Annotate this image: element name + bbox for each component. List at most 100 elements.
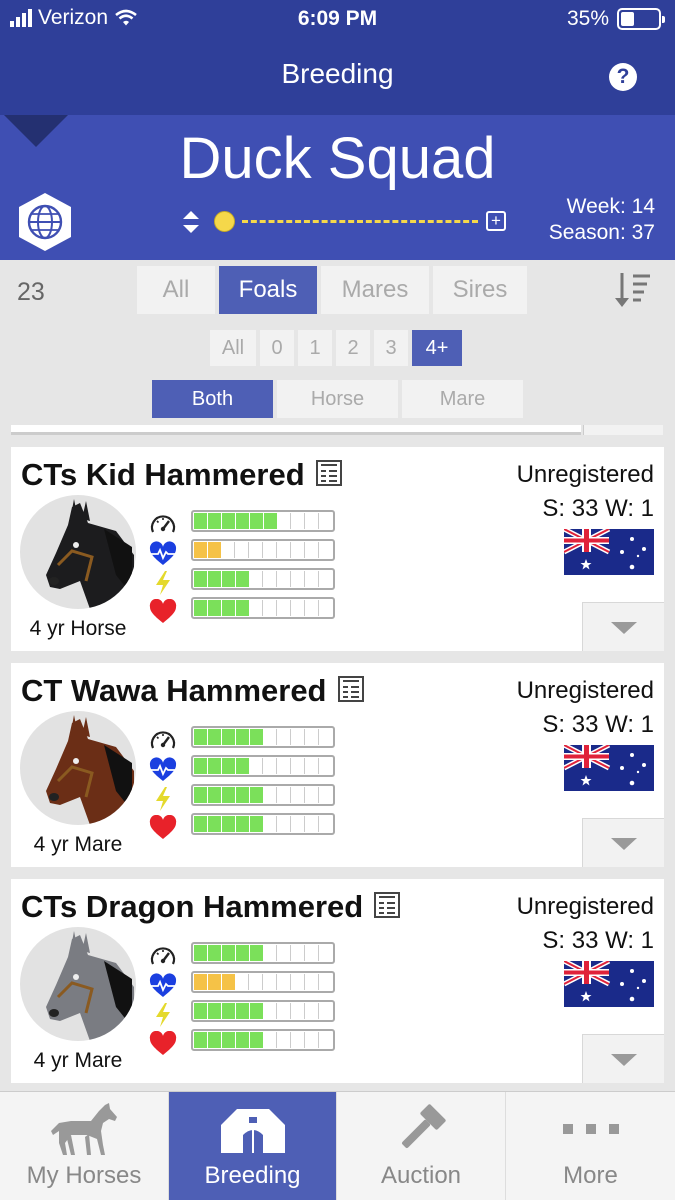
gender-tab-both[interactable]: Both <box>152 380 273 418</box>
stat-bar <box>191 1000 335 1022</box>
expand-button[interactable] <box>582 602 664 651</box>
team-name: Duck Squad <box>179 126 496 191</box>
result-count: 23 <box>17 278 45 306</box>
horse-card[interactable]: CTs Dragon Hammered 4 yr Mare Unregistered… <box>11 879 664 1083</box>
lightning-icon <box>147 784 179 813</box>
category-tabs: All Foals Mares Sires <box>137 266 527 314</box>
pedigree-document-icon[interactable] <box>315 459 343 487</box>
australia-flag-icon <box>564 745 654 791</box>
gender-tab-mare[interactable]: Mare <box>402 380 523 418</box>
horse-portrait-icon <box>46 499 134 609</box>
avatar[interactable] <box>20 495 136 609</box>
lightning-icon <box>147 1000 179 1029</box>
horse-age: 4 yr Mare <box>33 833 123 856</box>
sort-icon[interactable] <box>613 270 653 310</box>
heart-icon <box>147 813 179 842</box>
tab-sires[interactable]: Sires <box>433 266 527 314</box>
battery-percent: 35% <box>566 7 609 30</box>
nav-bar: Breeding ? <box>0 40 675 115</box>
horse-portrait-icon <box>46 715 134 825</box>
tab-label: Auction <box>380 1162 462 1189</box>
horse-name: CTs Kid Hammered <box>21 457 305 492</box>
add-week-button[interactable]: + <box>486 211 506 231</box>
globe-icon[interactable] <box>16 191 74 253</box>
gender-tab-horse[interactable]: Horse <box>277 380 398 418</box>
avatar[interactable] <box>20 711 136 825</box>
up-down-arrows-icon[interactable] <box>180 209 202 235</box>
tab-more[interactable]: More <box>506 1092 675 1200</box>
list-divider <box>11 425 581 435</box>
age-tab-4plus[interactable]: 4+ <box>412 330 462 366</box>
pedigree-document-icon[interactable] <box>337 675 365 703</box>
more-dots-icon <box>562 1124 619 1134</box>
tab-mares[interactable]: Mares <box>321 266 429 314</box>
heart-icon <box>147 1029 179 1058</box>
list-divider-end <box>583 425 663 435</box>
horse-age: 4 yr Mare <box>33 1049 123 1072</box>
pedigree-document-icon[interactable] <box>373 891 401 919</box>
season-label: Season: 37 <box>548 221 655 244</box>
stat-bar <box>191 568 335 590</box>
season-slider[interactable]: + <box>180 207 510 237</box>
tab-label: Breeding <box>204 1162 301 1189</box>
season-week: S: 33 W: 1 <box>542 711 654 738</box>
age-tab-3[interactable]: 3 <box>374 330 408 366</box>
heartbeat-icon <box>147 755 179 784</box>
stat-bar <box>191 784 335 806</box>
stat-bar <box>191 971 335 993</box>
tab-my-horses[interactable]: My Horses <box>0 1092 169 1200</box>
horse-card[interactable]: CT Wawa Hammered 4 yr Mare Unregistered S: … <box>11 663 664 867</box>
horse-name: CTs Dragon Hammered <box>21 889 364 924</box>
expand-button[interactable] <box>582 818 664 867</box>
tab-foals[interactable]: Foals <box>219 266 317 314</box>
tab-label: More <box>563 1162 618 1189</box>
status-bar: Verizon 6:09 PM 35% <box>0 0 675 40</box>
age-tab-all[interactable]: All <box>210 330 256 366</box>
horse-icon <box>51 1103 117 1155</box>
stat-bar <box>191 813 335 835</box>
tab-all[interactable]: All <box>137 266 215 314</box>
australia-flag-icon <box>564 529 654 575</box>
season-week: S: 33 W: 1 <box>542 927 654 954</box>
horse-portrait-icon <box>46 931 134 1041</box>
tab-auction[interactable]: Auction <box>337 1092 506 1200</box>
team-header: Duck Squad + Week: 14 Season: 37 <box>0 115 675 260</box>
stat-bar <box>191 726 335 748</box>
age-tab-1[interactable]: 1 <box>298 330 332 366</box>
heart-icon <box>147 597 179 626</box>
help-button[interactable]: ? <box>609 63 637 91</box>
heartbeat-icon <box>147 971 179 1000</box>
horse-age: 4 yr Horse <box>29 617 127 640</box>
stat-bar <box>191 755 335 777</box>
season-week: S: 33 W: 1 <box>542 495 654 522</box>
age-tabs: All 0 1 2 3 4+ <box>210 330 462 366</box>
speedometer-icon <box>147 726 179 755</box>
tab-label: My Horses <box>26 1162 142 1189</box>
expand-button[interactable] <box>582 1034 664 1083</box>
slider-track <box>242 220 478 223</box>
battery-icon <box>617 8 665 30</box>
australia-flag-icon <box>564 961 654 1007</box>
stat-bar <box>191 1029 335 1051</box>
registration-status: Unregistered <box>516 461 654 488</box>
gavel-icon <box>402 1104 446 1148</box>
horse-card[interactable]: CTs Kid Hammered 4 yr Horse Unregistered S:… <box>11 447 664 651</box>
stat-bar <box>191 539 335 561</box>
stat-bar <box>191 510 335 532</box>
week-label: Week: 14 <box>566 195 655 218</box>
heartbeat-icon <box>147 539 179 568</box>
horse-name: CT Wawa Hammered <box>21 673 327 708</box>
gender-tabs: Both Horse Mare <box>152 380 523 418</box>
age-tab-2[interactable]: 2 <box>336 330 370 366</box>
avatar[interactable] <box>20 927 136 1041</box>
tab-breeding[interactable]: Breeding <box>169 1092 337 1200</box>
speedometer-icon <box>147 942 179 971</box>
page-title: Breeding <box>281 58 394 89</box>
barn-icon <box>220 1109 285 1153</box>
slider-knob[interactable] <box>214 211 235 232</box>
registration-status: Unregistered <box>516 893 654 920</box>
registration-status: Unregistered <box>516 677 654 704</box>
lightning-icon <box>147 568 179 597</box>
filter-panel: 23 All Foals Mares Sires All 0 1 2 3 4+ … <box>0 260 675 432</box>
age-tab-0[interactable]: 0 <box>260 330 294 366</box>
